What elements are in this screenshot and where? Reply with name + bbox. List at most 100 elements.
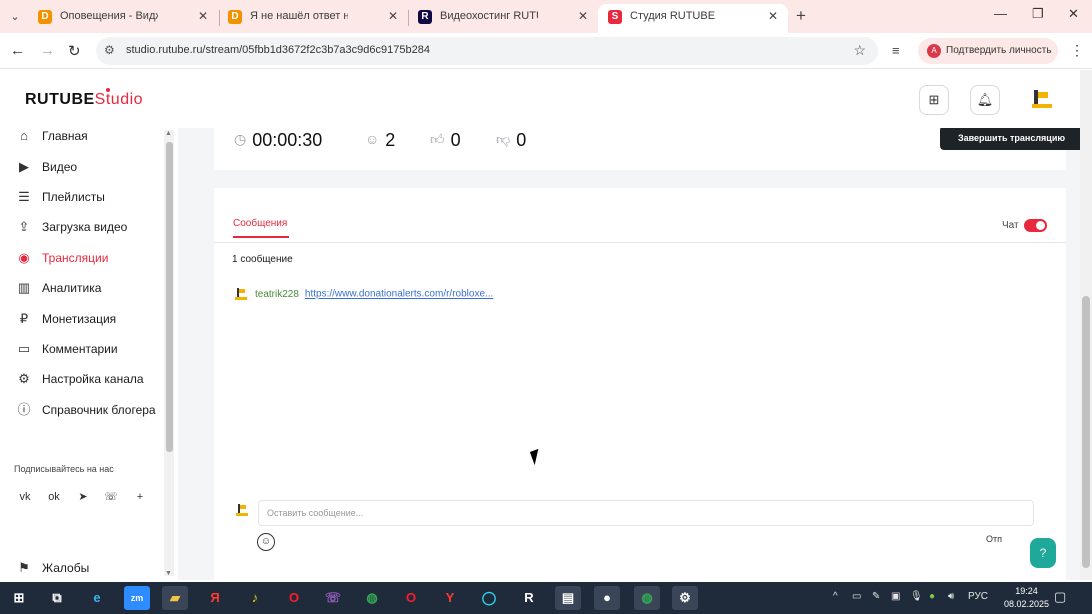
send-button[interactable]: Отп — [986, 534, 1002, 544]
tray-app-icon[interactable]: ● — [929, 591, 935, 602]
author-avatar[interactable] — [233, 286, 249, 302]
yandex-music-icon[interactable]: ♪ — [242, 586, 268, 610]
opera-gx-icon[interactable]: O — [398, 586, 424, 610]
stream-duration: ◷ 00:00:30 — [234, 130, 322, 151]
rutube-studio-logo[interactable]: RUTUBEStudio — [25, 88, 143, 109]
media-control-icon[interactable]: ≡ — [892, 43, 900, 58]
opera-icon[interactable]: O — [281, 586, 307, 610]
bookmark-star-icon[interactable]: ☆ — [853, 42, 866, 59]
sidebar-item-label: Монетизация — [42, 312, 117, 326]
support-chat-button[interactable]: ? — [1030, 538, 1056, 568]
close-window-icon[interactable]: ✕ — [1068, 6, 1079, 22]
yandex-icon[interactable]: Я — [202, 586, 228, 610]
browser-tab-3[interactable]: R Видеохостинг RUTUBE. Смотр ✕ — [408, 4, 598, 33]
create-button[interactable]: ⊞ — [919, 85, 949, 115]
sidebar-item-comments[interactable]: ▭ Комментарии — [16, 339, 118, 359]
task-view-icon[interactable]: ⧉ — [44, 586, 70, 610]
message-link[interactable]: https://www.donationalerts.com/r/robloxe… — [305, 289, 493, 300]
rutube-app-icon[interactable]: R — [516, 586, 542, 610]
url-text[interactable]: studio.rutube.ru/stream/05fbb1d3672f2c3b… — [126, 44, 430, 56]
tray-overflow-icon[interactable]: ^ — [833, 591, 838, 602]
tab-close-icon[interactable]: ✕ — [768, 4, 778, 29]
sidebar-item-label: Жалобы — [42, 561, 90, 575]
sidebar-item-analytics[interactable]: ▥ Аналитика — [16, 278, 102, 298]
restore-icon[interactable]: ❐ — [1032, 6, 1044, 22]
tab-messages[interactable]: Сообщения — [233, 218, 287, 229]
windows-taskbar: ⊞ ⧉ e zm ▰ Я ♪ O ☏ ◍ O Y ◯ R ▤ ● ◍ ⚙ ^ ▭… — [0, 582, 1092, 614]
viber-app-icon[interactable]: ☏ — [320, 586, 346, 610]
stream-dislikes: 👎︎ 0 — [496, 130, 526, 151]
comments-icon: ▭ — [17, 341, 31, 356]
sidebar-item-label: Настройка канала — [42, 372, 144, 386]
sidebar-item-playlists[interactable]: ☰ Плейлисты — [16, 187, 105, 207]
sidebar-scrollbar-thumb[interactable] — [166, 142, 173, 452]
browser-menu-icon[interactable]: ⋮ — [1070, 42, 1084, 59]
emoji-icon[interactable]: ☺ — [257, 533, 275, 551]
sidebar-item-channel-settings[interactable]: ⚙ Настройка канала — [16, 369, 144, 389]
composer-avatar — [236, 504, 248, 516]
vk-icon[interactable]: vk — [16, 488, 34, 506]
tray-network-icon[interactable]: ▭ — [852, 591, 861, 602]
tab-title: Видеохостинг RUTUBE. Смотр — [440, 10, 538, 22]
sidebar-item-broadcasts[interactable]: ◉ Трансляции — [16, 248, 108, 268]
notifications-button[interactable]: 🔔︎ — [970, 85, 1000, 115]
back-arrow-icon[interactable]: ← — [10, 42, 25, 59]
playlist-icon: ☰ — [18, 189, 30, 204]
message-author[interactable]: teatrik228 — [255, 289, 299, 300]
site-info-icon[interactable]: ⚙ — [104, 43, 115, 57]
alice-icon[interactable]: ◯ — [476, 586, 502, 610]
windows-start-icon[interactable]: ⊞ — [6, 586, 32, 610]
reload-icon[interactable]: ↻ — [68, 42, 81, 60]
browser-tab-1[interactable]: D Оповещения - Виджеты - Пан ✕ — [28, 4, 218, 33]
browser-tab-4-active[interactable]: S Студия RUTUBE ✕ — [598, 4, 788, 33]
notification-center-icon[interactable]: ▢ — [1054, 589, 1066, 605]
yandex-browser-icon[interactable]: Y — [437, 586, 463, 610]
end-stream-button[interactable]: Завершить трансляцию — [940, 128, 1080, 150]
message-input[interactable] — [258, 500, 1034, 526]
chat-toggle[interactable] — [1024, 219, 1047, 232]
tray-volume-icon[interactable]: 🔊︎ — [948, 591, 954, 602]
sidebar-item-complaints[interactable]: ⚑ Жалобы — [16, 558, 89, 578]
user-avatar[interactable] — [1028, 86, 1054, 112]
file-explorer-icon[interactable]: ▰ — [162, 586, 188, 610]
tray-mic-icon[interactable]: 🎙︎ — [910, 591, 923, 602]
verify-identity-button[interactable]: A Подтвердить личность — [918, 38, 1058, 64]
sidebar-item-blogger-guide[interactable]: ⓘ Справочник блогера — [16, 400, 155, 420]
tab-close-icon[interactable]: ✕ — [388, 4, 398, 29]
address-bar[interactable]: ⚙ studio.rutube.ru/stream/05fbb1d3672f2c… — [96, 37, 878, 65]
donationalerts-favicon-icon: D — [228, 10, 242, 24]
viewers-value: 2 — [385, 130, 396, 150]
clock[interactable]: 19:24 08.02.2025 — [1004, 585, 1049, 611]
sidebar-item-home[interactable]: ⌂ Главная — [16, 126, 88, 146]
chrome-active-icon[interactable]: ◍ — [634, 586, 660, 610]
keyboard-language[interactable]: РУС — [968, 591, 988, 602]
scroll-up-icon[interactable]: ▲ — [165, 130, 172, 137]
sidebar-item-monetization[interactable]: ₽ Монетизация — [16, 309, 116, 329]
page-scrollbar-thumb[interactable] — [1082, 296, 1090, 568]
chrome-icon[interactable]: ◍ — [359, 586, 385, 610]
minimize-icon[interactable]: — — [994, 6, 1007, 21]
new-tab-icon[interactable]: + — [796, 6, 806, 26]
settings-app-icon[interactable]: ⚙ — [672, 586, 698, 610]
sidebar-item-label: Видео — [42, 160, 78, 174]
plus-icon[interactable]: + — [131, 488, 149, 506]
zoom-icon[interactable]: zm — [124, 586, 150, 610]
scroll-down-icon[interactable]: ▼ — [165, 570, 172, 577]
sidebar-item-upload[interactable]: ⇪ Загрузка видео — [16, 217, 128, 237]
ok-icon[interactable]: ok — [45, 488, 63, 506]
sidebar-item-video[interactable]: ▶ Видео — [16, 157, 77, 177]
tab-search-chevron-icon[interactable]: ⌄ — [6, 8, 24, 26]
obs-icon[interactable]: ● — [594, 586, 620, 610]
tab-close-icon[interactable]: ✕ — [578, 4, 588, 29]
tab-close-icon[interactable]: ✕ — [198, 4, 208, 29]
telegram-icon[interactable]: ➤ — [74, 488, 92, 506]
tray-pen-icon[interactable]: ✎ — [872, 591, 880, 602]
forward-arrow-icon[interactable]: → — [40, 42, 55, 59]
thumbs-down-icon: 👎︎ — [496, 131, 511, 147]
viber-icon[interactable]: ☏ — [102, 488, 120, 506]
tray-device-icon[interactable]: ▣ — [891, 591, 900, 602]
edge-icon[interactable]: e — [84, 586, 110, 610]
browser-tab-2[interactable]: D Я не нашёл ответ на свой воп ✕ — [218, 4, 408, 33]
clock-date: 08.02.2025 — [1004, 599, 1050, 609]
discord-icon[interactable]: ▤ — [555, 586, 581, 610]
